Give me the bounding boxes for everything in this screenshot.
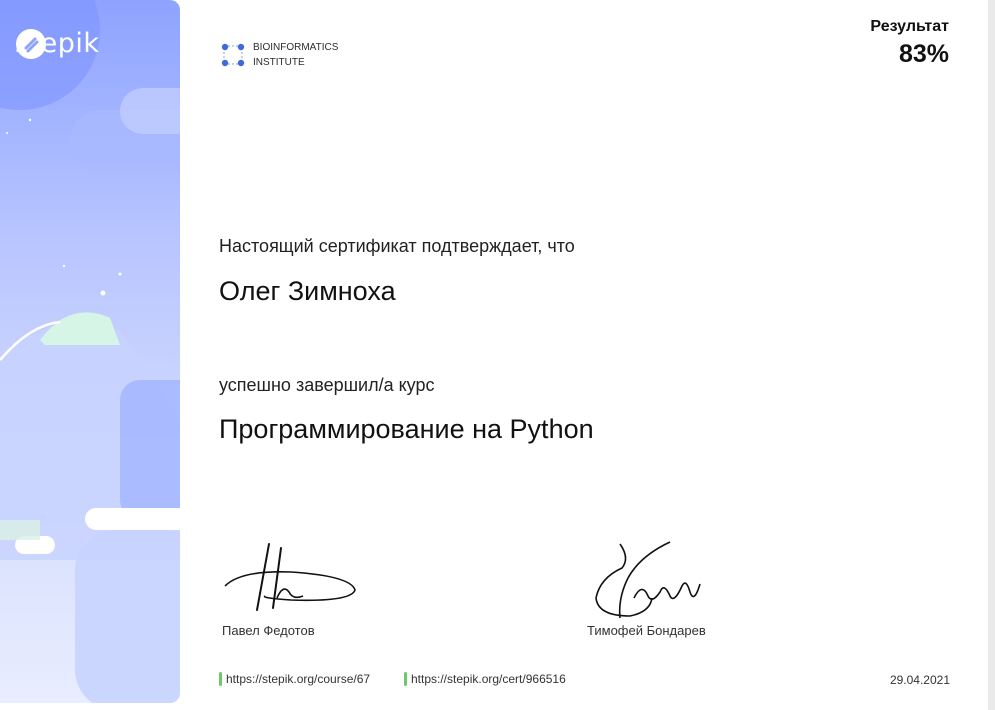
signature-bondarev-image [595, 541, 701, 619]
course-title: Программирование на Python [219, 414, 594, 444]
certificate-link-text[interactable]: https://stepik.org/cert/966516 [411, 672, 566, 686]
institute-name-line1: BIOINFORMATICS [253, 42, 339, 53]
bioinformatics-logo-icon [221, 43, 245, 67]
decorative-side-panel: stepik [0, 0, 180, 703]
recipient-name: Олег Зимноха [219, 276, 396, 306]
institute-name-line2: INSTITUTE [253, 57, 305, 68]
institute-name: BIOINFORMATICS INSTITUTE [253, 40, 338, 70]
side-panel-art [0, 0, 180, 703]
stepik-logo: stepik [15, 28, 100, 59]
course-link-text[interactable]: https://stepik.org/course/67 [226, 672, 370, 686]
signer-name-1: Павел Федотов [222, 623, 315, 638]
signer-name-2: Тимофей Бондарев [587, 623, 706, 638]
result-value: 83% [898, 40, 949, 68]
certificate-link[interactable]: https://stepik.org/cert/966516 [404, 672, 566, 686]
course-link[interactable]: https://stepik.org/course/67 [219, 672, 370, 686]
institute-logo: BIOINFORMATICS INSTITUTE [221, 40, 338, 70]
signature-1 [221, 540, 361, 620]
issue-date: 29.04.2021 [889, 673, 950, 687]
completion-text: успешно завершил/а курс [219, 375, 435, 395]
right-edge-strip [988, 0, 995, 710]
stepik-logo-icon [16, 29, 46, 59]
link-marker-icon [219, 672, 222, 686]
result-block: Результат 83% [870, 18, 949, 69]
signature-2 [590, 538, 710, 628]
link-marker-icon [404, 672, 407, 686]
certificate-intro: Настоящий сертификат подтверждает, что [219, 236, 575, 256]
result-label: Результат [870, 18, 949, 35]
signature-fedotov-image [224, 543, 356, 611]
